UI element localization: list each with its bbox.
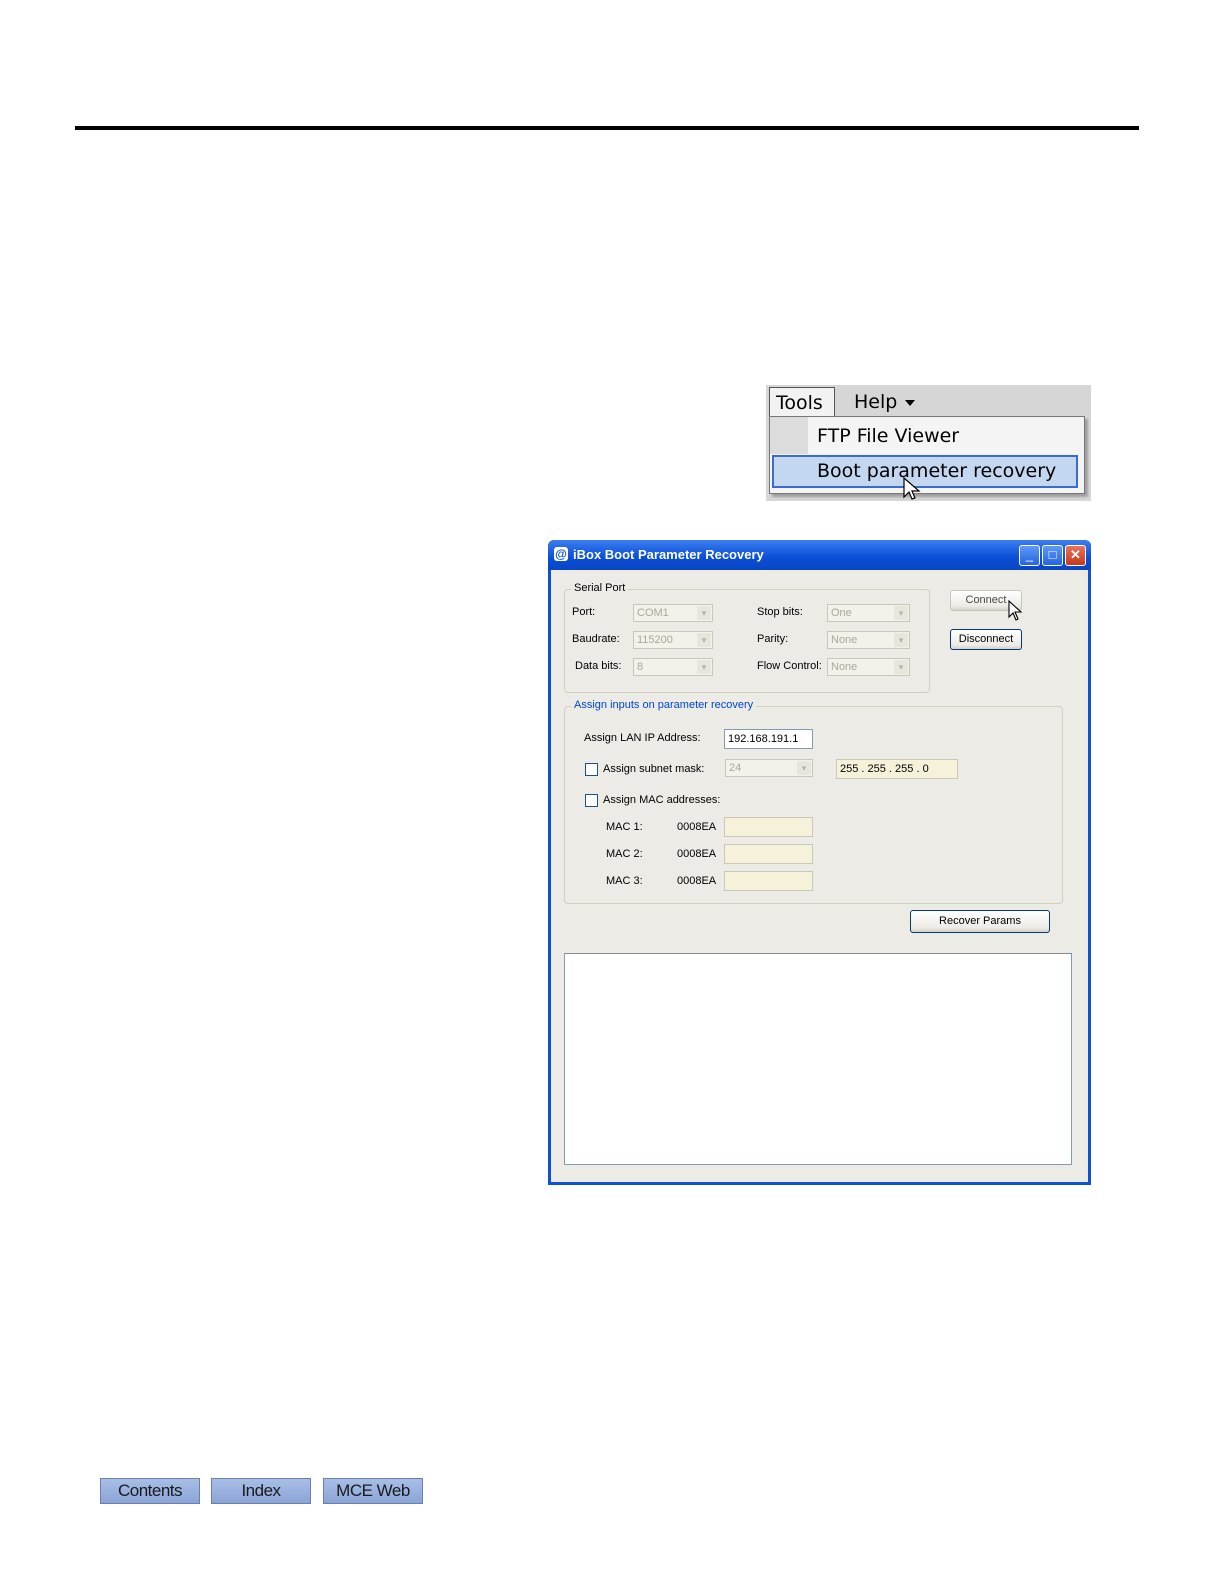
recover-params-button[interactable]: Recover Params: [910, 910, 1050, 933]
close-icon: ✕: [1070, 547, 1081, 562]
mac3-input[interactable]: [724, 871, 813, 891]
data-bits-label: Data bits:: [575, 660, 622, 672]
chevron-down-icon: ▾: [797, 761, 811, 775]
mac1-input[interactable]: [724, 817, 813, 837]
chevron-down-icon: ▾: [894, 606, 908, 620]
lan-ip-label: Assign LAN IP Address:: [584, 732, 701, 744]
subnet-mask-checkbox[interactable]: [585, 763, 598, 776]
mac3-prefix: 0008EA: [677, 875, 717, 887]
chevron-down-icon: ▾: [894, 633, 908, 647]
output-log-area[interactable]: [564, 953, 1072, 1165]
tools-menu-label: Tools: [776, 392, 823, 414]
mac1-prefix: 0008EA: [677, 821, 717, 833]
data-bits-value: 8: [637, 661, 644, 673]
index-button[interactable]: Index: [211, 1478, 311, 1504]
chevron-down-icon: ▾: [894, 660, 908, 674]
help-menu-label: Help: [854, 391, 898, 413]
help-menu[interactable]: Help: [848, 387, 940, 417]
menu-screenshot: Tools Help FTP File Viewer Boot paramete…: [766, 385, 1091, 501]
mac3-label: MAC 3:: [606, 875, 643, 887]
stop-bits-select[interactable]: One ▾: [827, 604, 910, 622]
disconnect-button[interactable]: Disconnect: [950, 629, 1022, 650]
dialog-title: iBox Boot Parameter Recovery: [573, 547, 764, 562]
menu-item-boot-parameter-recovery[interactable]: Boot parameter recovery: [772, 455, 1078, 488]
parity-label: Parity:: [757, 633, 789, 645]
chevron-down-icon: ▾: [697, 633, 711, 647]
minimize-icon: _: [1025, 547, 1034, 562]
stop-bits-value: One: [831, 607, 852, 619]
maximize-button[interactable]: □: [1042, 545, 1063, 566]
flow-control-select[interactable]: None ▾: [827, 658, 910, 676]
subnet-bits-value: 24: [729, 762, 742, 774]
dialog-titlebar[interactable]: @ iBox Boot Parameter Recovery _ □ ✕: [548, 540, 1091, 570]
tools-menu[interactable]: Tools: [769, 387, 835, 437]
contents-button[interactable]: Contents: [100, 1478, 200, 1504]
menu-item-ftp-file-viewer[interactable]: FTP File Viewer: [817, 421, 959, 451]
caret-down-icon: [905, 399, 916, 406]
parity-value: None: [831, 634, 858, 646]
mac-addresses-checkbox[interactable]: [585, 794, 598, 807]
mouse-cursor-icon: [903, 477, 921, 500]
chevron-down-icon: ▾: [697, 660, 711, 674]
parity-select[interactable]: None ▾: [827, 631, 910, 649]
baudrate-value: 115200: [637, 634, 673, 646]
mouse-cursor-icon: [1008, 600, 1023, 621]
app-icon: @: [554, 547, 568, 561]
mac-addresses-label: Assign MAC addresses:: [603, 794, 721, 806]
port-select[interactable]: COM1 ▾: [633, 604, 713, 622]
data-bits-select[interactable]: 8 ▾: [633, 658, 713, 676]
menu-item-label: Boot parameter recovery: [817, 460, 1057, 482]
mce-web-button[interactable]: MCE Web: [323, 1478, 423, 1504]
header-rule: [75, 126, 1139, 130]
minimize-button[interactable]: _: [1019, 545, 1040, 566]
baudrate-label: Baudrate:: [572, 633, 620, 645]
menu-icon-gutter: [770, 417, 808, 454]
lan-ip-input[interactable]: 192.168.191.1: [724, 729, 813, 749]
serial-port-legend: Serial Port: [571, 582, 629, 594]
port-label: Port:: [572, 606, 596, 618]
subnet-bits-select[interactable]: 24 ▾: [725, 759, 813, 777]
mac2-label: MAC 2:: [606, 848, 643, 860]
flow-control-value: None: [831, 661, 858, 673]
mac2-prefix: 0008EA: [677, 848, 717, 860]
mac2-input[interactable]: [724, 844, 813, 864]
close-button[interactable]: ✕: [1065, 545, 1086, 566]
tools-dropdown: FTP File Viewer Boot parameter recovery: [769, 416, 1085, 494]
baudrate-select[interactable]: 115200 ▾: [633, 631, 713, 649]
port-value: COM1: [637, 607, 669, 619]
stop-bits-label: Stop bits:: [757, 606, 803, 618]
chevron-down-icon: ▾: [697, 606, 711, 620]
subnet-mask-label: Assign subnet mask:: [603, 763, 705, 775]
assign-inputs-legend: Assign inputs on parameter recovery: [571, 699, 757, 711]
boot-parameter-recovery-dialog: @ iBox Boot Parameter Recovery _ □ ✕ Ser…: [548, 540, 1091, 1185]
dialog-client-area: Serial Port Port: COM1 ▾ Baudrate: 11520…: [551, 570, 1088, 1182]
subnet-mask-input[interactable]: 255 . 255 . 255 . 0: [836, 759, 958, 779]
maximize-icon: □: [1048, 547, 1057, 562]
flow-control-label: Flow Control:: [757, 660, 822, 672]
mac1-label: MAC 1:: [606, 821, 643, 833]
